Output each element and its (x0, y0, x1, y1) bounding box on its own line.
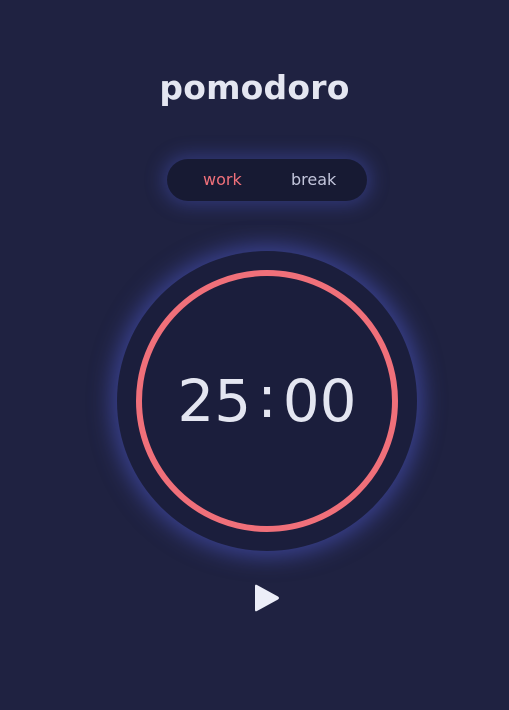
time-separator: : (257, 363, 277, 431)
time-display: 25:00 (117, 363, 417, 436)
play-button[interactable] (249, 580, 285, 616)
tab-work[interactable]: work (203, 159, 242, 201)
play-icon (255, 584, 279, 612)
pomodoro-app: pomodoro work break 25:00 (0, 0, 509, 710)
mode-toggle: work break (167, 159, 367, 201)
time-seconds: 00 (282, 367, 357, 435)
tab-break[interactable]: break (291, 159, 336, 201)
timer-dial: 25:00 (117, 251, 417, 551)
time-minutes: 25 (177, 367, 252, 435)
app-title: pomodoro (159, 68, 350, 107)
